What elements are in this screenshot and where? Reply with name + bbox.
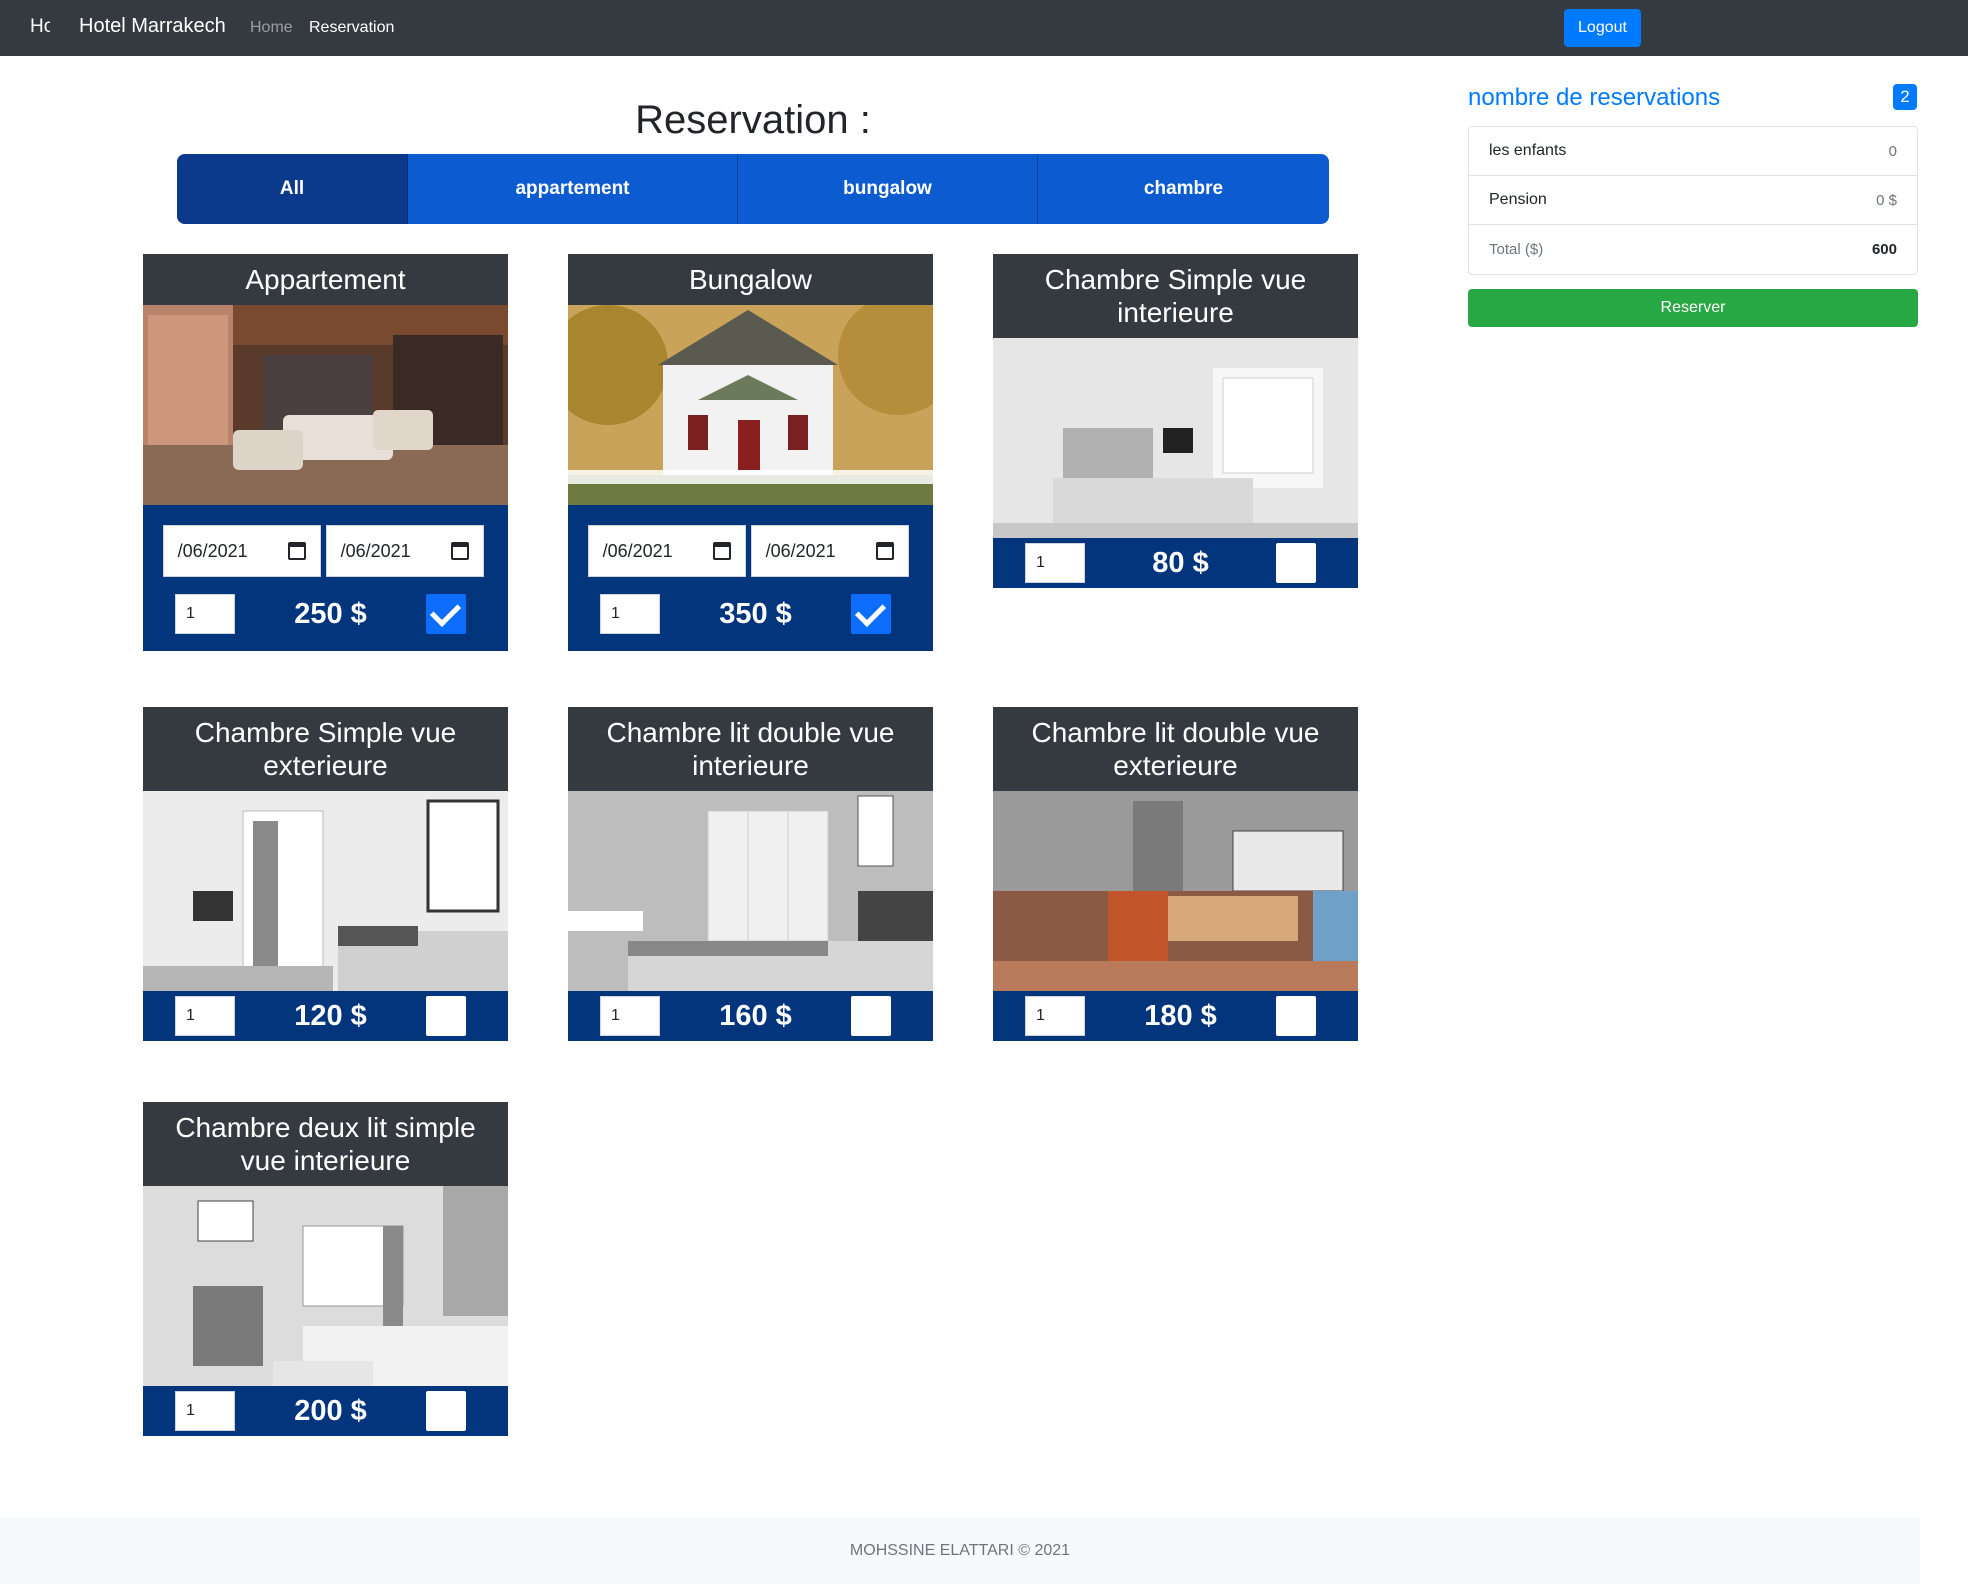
quantity-input[interactable]: 1 <box>175 996 235 1036</box>
navbar: Hotel Marrakech Hotel Marrakech Home Res… <box>0 0 1968 56</box>
select-checkbox[interactable] <box>425 594 466 634</box>
kitchen-photo <box>993 791 1358 991</box>
nav-home-link[interactable]: Home <box>250 19 293 37</box>
price-label: 200 $ <box>294 1394 367 1427</box>
card-footer: 1 160 $ <box>568 991 933 1041</box>
quantity-input[interactable]: 1 <box>600 996 660 1036</box>
card-footer: 1 200 $ <box>143 1386 508 1436</box>
date-from-input[interactable]: /06/2021 <box>163 525 321 577</box>
summary-total-value: 600 <box>1871 241 1897 258</box>
select-checkbox[interactable] <box>850 996 891 1036</box>
card-title: Chambre Simple vue interieure <box>993 254 1358 338</box>
logout-button[interactable]: Logout <box>1564 9 1641 47</box>
select-checkbox[interactable] <box>1275 996 1316 1036</box>
calendar-icon[interactable] <box>451 542 469 560</box>
room-card: Chambre deux lit simple vue interieure 1… <box>143 1102 508 1436</box>
summary-value: 0 $ <box>1876 191 1897 209</box>
bedroom-photo <box>143 791 508 991</box>
date-from-value: /06/2021 <box>599 540 673 561</box>
calendar-icon[interactable] <box>713 542 731 560</box>
summary-value: 0 <box>1888 142 1897 160</box>
filter-chambre-button[interactable]: chambre <box>1038 154 1329 224</box>
quantity-input[interactable]: 1 <box>1025 543 1085 583</box>
date-to-value: /06/2021 <box>762 540 836 561</box>
filter-all-button[interactable]: All <box>177 154 408 224</box>
card-title: Bungalow <box>568 254 933 305</box>
quantity-input[interactable]: 1 <box>175 1391 235 1431</box>
date-range: /06/2021 /06/2021 <box>568 505 933 577</box>
nav-reservation-link[interactable]: Reservation <box>309 19 394 37</box>
date-from-input[interactable]: /06/2021 <box>588 525 746 577</box>
card-footer: 1 180 $ <box>993 991 1358 1041</box>
card-title: Appartement <box>143 254 508 305</box>
summary-row-total: Total ($) 600 <box>1469 225 1917 274</box>
date-from-value: /06/2021 <box>174 540 248 561</box>
room-card: Appartement /06/2021 /06/2021 1 250 $ <box>143 254 508 651</box>
footer: MOHSSINE ELATTARI © 2021 <box>0 1517 1920 1584</box>
select-checkbox[interactable] <box>850 594 891 634</box>
date-to-value: /06/2021 <box>337 540 411 561</box>
calendar-icon[interactable] <box>876 542 894 560</box>
card-footer: 1 350 $ <box>568 577 933 651</box>
summary-label: les enfants <box>1489 142 1567 159</box>
quantity-input[interactable]: 1 <box>1025 996 1085 1036</box>
reservations-count-badge: 2 <box>1893 84 1917 110</box>
living-room-photo <box>143 305 508 505</box>
filter-bungalow-button[interactable]: bungalow <box>738 154 1038 224</box>
quantity-input[interactable]: 1 <box>175 594 235 634</box>
card-title: Chambre lit double vue interieure <box>568 707 933 791</box>
brand-logo-image[interactable]: Hotel Marrakech <box>30 16 50 40</box>
card-title: Chambre Simple vue exterieure <box>143 707 508 791</box>
select-checkbox[interactable] <box>1275 543 1316 583</box>
date-to-input[interactable]: /06/2021 <box>751 525 909 577</box>
footer-copyright: MOHSSINE ELATTARI © 2021 <box>849 1541 1071 1559</box>
select-checkbox[interactable] <box>425 996 466 1036</box>
room-card: Bungalow /06/2021 /06/2021 1 350 $ <box>568 254 933 651</box>
room-card: Chambre Simple vue interieure 1 80 $ <box>993 254 1358 588</box>
summary-row-children: les enfants 0 <box>1469 127 1917 176</box>
date-to-input[interactable]: /06/2021 <box>326 525 484 577</box>
calendar-icon[interactable] <box>288 542 306 560</box>
select-checkbox[interactable] <box>425 1391 466 1431</box>
card-title: Chambre deux lit simple vue interieure <box>143 1102 508 1186</box>
price-label: 160 $ <box>719 999 792 1032</box>
card-title: Chambre lit double vue exterieure <box>993 707 1358 791</box>
summary-label: Pension <box>1489 191 1547 208</box>
price-label: 120 $ <box>294 999 367 1032</box>
brand-link[interactable]: Hotel Marrakech <box>79 15 226 38</box>
bedroom-photo <box>993 338 1358 538</box>
date-range: /06/2021 /06/2021 <box>143 505 508 577</box>
page-title: Reservation : <box>635 98 871 142</box>
reservation-summary: les enfants 0 Pension 0 $ Total ($) 600 <box>1468 126 1918 275</box>
bedroom-photo <box>143 1186 508 1386</box>
card-footer: 1 250 $ <box>143 577 508 651</box>
price-label: 80 $ <box>1152 546 1209 579</box>
summary-label: Total ($) <box>1489 241 1544 258</box>
room-card: Chambre Simple vue exterieure 1 120 $ <box>143 707 508 1041</box>
reservations-count-title: nombre de reservations <box>1468 84 1721 111</box>
filter-tabs: All appartement bungalow chambre <box>177 154 1329 224</box>
card-footer: 1 80 $ <box>993 538 1358 588</box>
reserve-button[interactable]: Reserver <box>1468 289 1918 327</box>
summary-row-pension: Pension 0 $ <box>1469 176 1917 225</box>
bedroom-photo <box>568 791 933 991</box>
price-label: 350 $ <box>719 597 792 630</box>
price-label: 180 $ <box>1144 999 1217 1032</box>
room-card: Chambre lit double vue exterieure 1 180 … <box>993 707 1358 1041</box>
house-photo <box>568 305 933 505</box>
room-card: Chambre lit double vue interieure 1 160 … <box>568 707 933 1041</box>
card-footer: 1 120 $ <box>143 991 508 1041</box>
price-label: 250 $ <box>294 597 367 630</box>
filter-appartement-button[interactable]: appartement <box>408 154 738 224</box>
quantity-input[interactable]: 1 <box>600 594 660 634</box>
